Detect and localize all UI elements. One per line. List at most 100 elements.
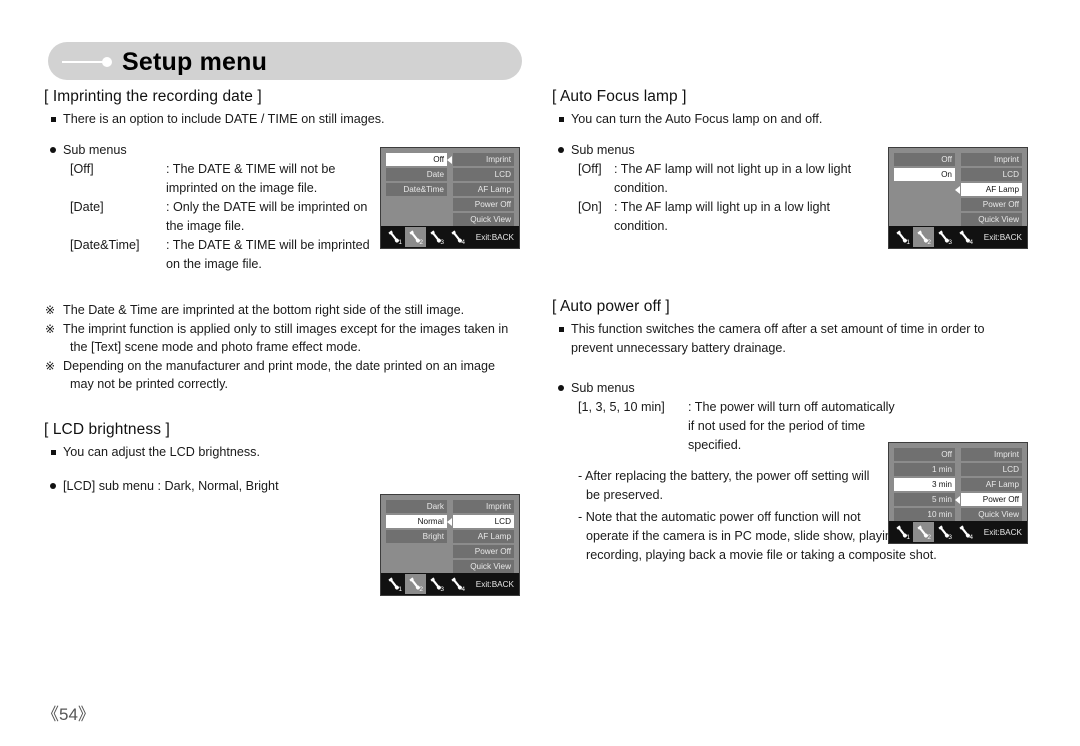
note-item: Depending on the manufacturer and print … [44, 357, 534, 376]
submenu-key-spacer [44, 179, 166, 198]
page-header-banner: Setup menu [48, 42, 522, 80]
lcd-submenu-item[interactable]: Bright [386, 530, 447, 543]
lcd-submenu-item[interactable]: Off [894, 448, 955, 461]
submenu-value-cont: if not used for the period of time [688, 419, 866, 433]
lcd-mainmenu-column: Imprint LCD AF Lamp Power Off Quick View [961, 153, 1022, 226]
lcd-mainmenu-item[interactable]: LCD [453, 168, 514, 181]
section-title: [ Auto Focus lamp ] [552, 88, 687, 105]
page-title: Setup menu [122, 48, 268, 76]
lcd-mainmenu-column: Imprint LCD AF Lamp Power Off Quick View [961, 448, 1022, 521]
setup-tab-wrench-icon-1[interactable]: 1 [892, 227, 913, 247]
lcd-mainmenu-item[interactable]: LCD [453, 515, 514, 528]
camera-lcd-screen-imprint: Off Date Date&Time Imprint LCD AF Lamp Power O… [380, 147, 520, 249]
setup-tab-number: 2 [927, 239, 931, 246]
lcd-mainmenu-item[interactable]: Power Off [961, 493, 1022, 506]
lcd-submenu-item[interactable]: Date&Time [386, 183, 447, 196]
lcd-mainmenu-item[interactable]: Power Off [961, 198, 1022, 211]
setup-tab-wrench-icon-3[interactable]: 3 [934, 522, 955, 542]
lcd-mainmenu-item[interactable]: Power Off [453, 198, 514, 211]
lcd-mainmenu-item[interactable]: Quick View [961, 508, 1022, 521]
setup-tab-number: 2 [419, 239, 423, 246]
lcd-mainmenu-item[interactable]: AF Lamp [961, 183, 1022, 196]
setup-tab-wrench-icon-1[interactable]: 1 [384, 227, 405, 247]
lcd-menu-body: Dark Normal Bright Imprint LCD AF Lamp Power O… [381, 495, 519, 573]
submenu-line: [LCD] sub menu : Dark, Normal, Bright [44, 478, 534, 495]
setup-tab-wrench-icon-2[interactable]: 2 [913, 227, 934, 247]
setup-tab-number: 4 [969, 239, 973, 246]
lcd-mainmenu-item[interactable]: AF Lamp [961, 478, 1022, 491]
setup-tab-number: 4 [461, 239, 465, 246]
setup-tab-wrench-icon-1[interactable]: 1 [892, 522, 913, 542]
lcd-submenu-item[interactable]: Normal [386, 515, 447, 528]
lcd-mainmenu-item[interactable]: AF Lamp [453, 530, 514, 543]
setup-tab-wrench-icon-3[interactable]: 3 [426, 574, 447, 594]
setup-tab-wrench-icon-2[interactable]: 2 [405, 574, 426, 594]
submenu-key-spacer [552, 217, 614, 236]
submenu-row: [1, 3, 5, 10 min] : The power will turn … [552, 398, 1052, 417]
lcd-mainmenu-item[interactable]: LCD [961, 463, 1022, 476]
lcd-submenu-item[interactable]: On [894, 168, 955, 181]
submenu-row-cont: on the image file. [44, 255, 534, 274]
note-dash-cont: recording, playing back a movie file or … [586, 548, 937, 562]
section-intro-line1: This function switches the camera off af… [552, 321, 1052, 338]
submenu-value: : The power will turn off automatically [688, 400, 895, 414]
lcd-mainmenu-item[interactable]: Quick View [453, 560, 514, 573]
lcd-submenu-item[interactable]: 1 min [894, 463, 955, 476]
lcd-mainmenu-item[interactable]: AF Lamp [453, 183, 514, 196]
lcd-submenu-item[interactable]: Off [894, 153, 955, 166]
submenu-key-spacer [552, 179, 614, 198]
lcd-footer-bar: 1 2 3 4 Exit:BACK [381, 226, 519, 248]
section-title: [ LCD brightness ] [44, 420, 170, 438]
lcd-submenu-item[interactable]: Dark [386, 500, 447, 513]
notes-block: The Date & Time are imprinted at the bot… [44, 301, 534, 394]
lcd-mainmenu-item[interactable]: Quick View [453, 213, 514, 226]
setup-tab-number: 2 [419, 586, 423, 593]
lcd-footer-bar: 1 2 3 4 Exit:BACK [381, 573, 519, 595]
section-intro: You can adjust the LCD brightness. [44, 444, 534, 461]
setup-tab-wrench-icon-1[interactable]: 1 [384, 574, 405, 594]
setup-tab-wrench-icon-2[interactable]: 2 [405, 227, 426, 247]
submenu-key: [Date] [70, 200, 104, 214]
note-item: The Date & Time are imprinted at the bot… [44, 301, 534, 320]
lcd-mainmenu-column: Imprint LCD AF Lamp Power Off Quick View [453, 500, 514, 573]
page-number: 《54》 [42, 705, 95, 724]
header-dot-icon [102, 57, 112, 67]
note-item-cont: the [Text] scene mode and photo frame ef… [70, 340, 361, 355]
setup-tab-number: 1 [906, 534, 910, 541]
lcd-mainmenu-item[interactable]: Power Off [453, 545, 514, 558]
lcd-submenu-item[interactable]: 5 min [894, 493, 955, 506]
section-intro: You can turn the Auto Focus lamp on and … [552, 111, 1052, 128]
submenu-value-cont: on the image file. [166, 257, 262, 271]
setup-tab-wrench-icon-4[interactable]: 4 [955, 522, 976, 542]
setup-tab-wrench-icon-2[interactable]: 2 [913, 522, 934, 542]
submenu-key-spacer [552, 417, 688, 436]
lcd-submenu-item[interactable]: 3 min [894, 478, 955, 491]
lcd-submenu-column: Dark Normal Bright [386, 500, 447, 573]
note-item-cont: may not be printed correctly. [70, 377, 228, 392]
lcd-submenu-column: Off On [894, 153, 955, 226]
lcd-selection-arrow-icon [955, 186, 960, 194]
setup-tab-wrench-icon-4[interactable]: 4 [447, 227, 468, 247]
lcd-mainmenu-item[interactable]: Imprint [453, 500, 514, 513]
section-intro: There is an option to include DATE / TIM… [44, 111, 534, 128]
setup-tab-number: 4 [461, 586, 465, 593]
lcd-mainmenu-item[interactable]: LCD [961, 168, 1022, 181]
lcd-mainmenu-item[interactable]: Imprint [961, 153, 1022, 166]
lcd-selection-arrow-icon [955, 496, 960, 504]
lcd-mainmenu-item[interactable]: Imprint [453, 153, 514, 166]
lcd-footer-bar: 1 2 3 4 Exit:BACK [889, 226, 1027, 248]
lcd-mainmenu-item[interactable]: Quick View [961, 213, 1022, 226]
setup-tab-number: 1 [906, 239, 910, 246]
camera-lcd-screen-lcd-brightness: Dark Normal Bright Imprint LCD AF Lamp Power O… [380, 494, 520, 596]
setup-tab-wrench-icon-4[interactable]: 4 [955, 227, 976, 247]
setup-tab-number: 1 [398, 586, 402, 593]
setup-tab-wrench-icon-3[interactable]: 3 [934, 227, 955, 247]
lcd-mainmenu-item[interactable]: Imprint [961, 448, 1022, 461]
setup-tab-number: 4 [969, 534, 973, 541]
lcd-submenu-item[interactable]: Off [386, 153, 447, 166]
lcd-submenu-item[interactable]: Date [386, 168, 447, 181]
camera-lcd-screen-power-off: Off 1 min 3 min 5 min 10 min Imprint LCD AF Lam… [888, 442, 1028, 544]
setup-tab-wrench-icon-4[interactable]: 4 [447, 574, 468, 594]
lcd-submenu-item[interactable]: 10 min [894, 508, 955, 521]
setup-tab-wrench-icon-3[interactable]: 3 [426, 227, 447, 247]
